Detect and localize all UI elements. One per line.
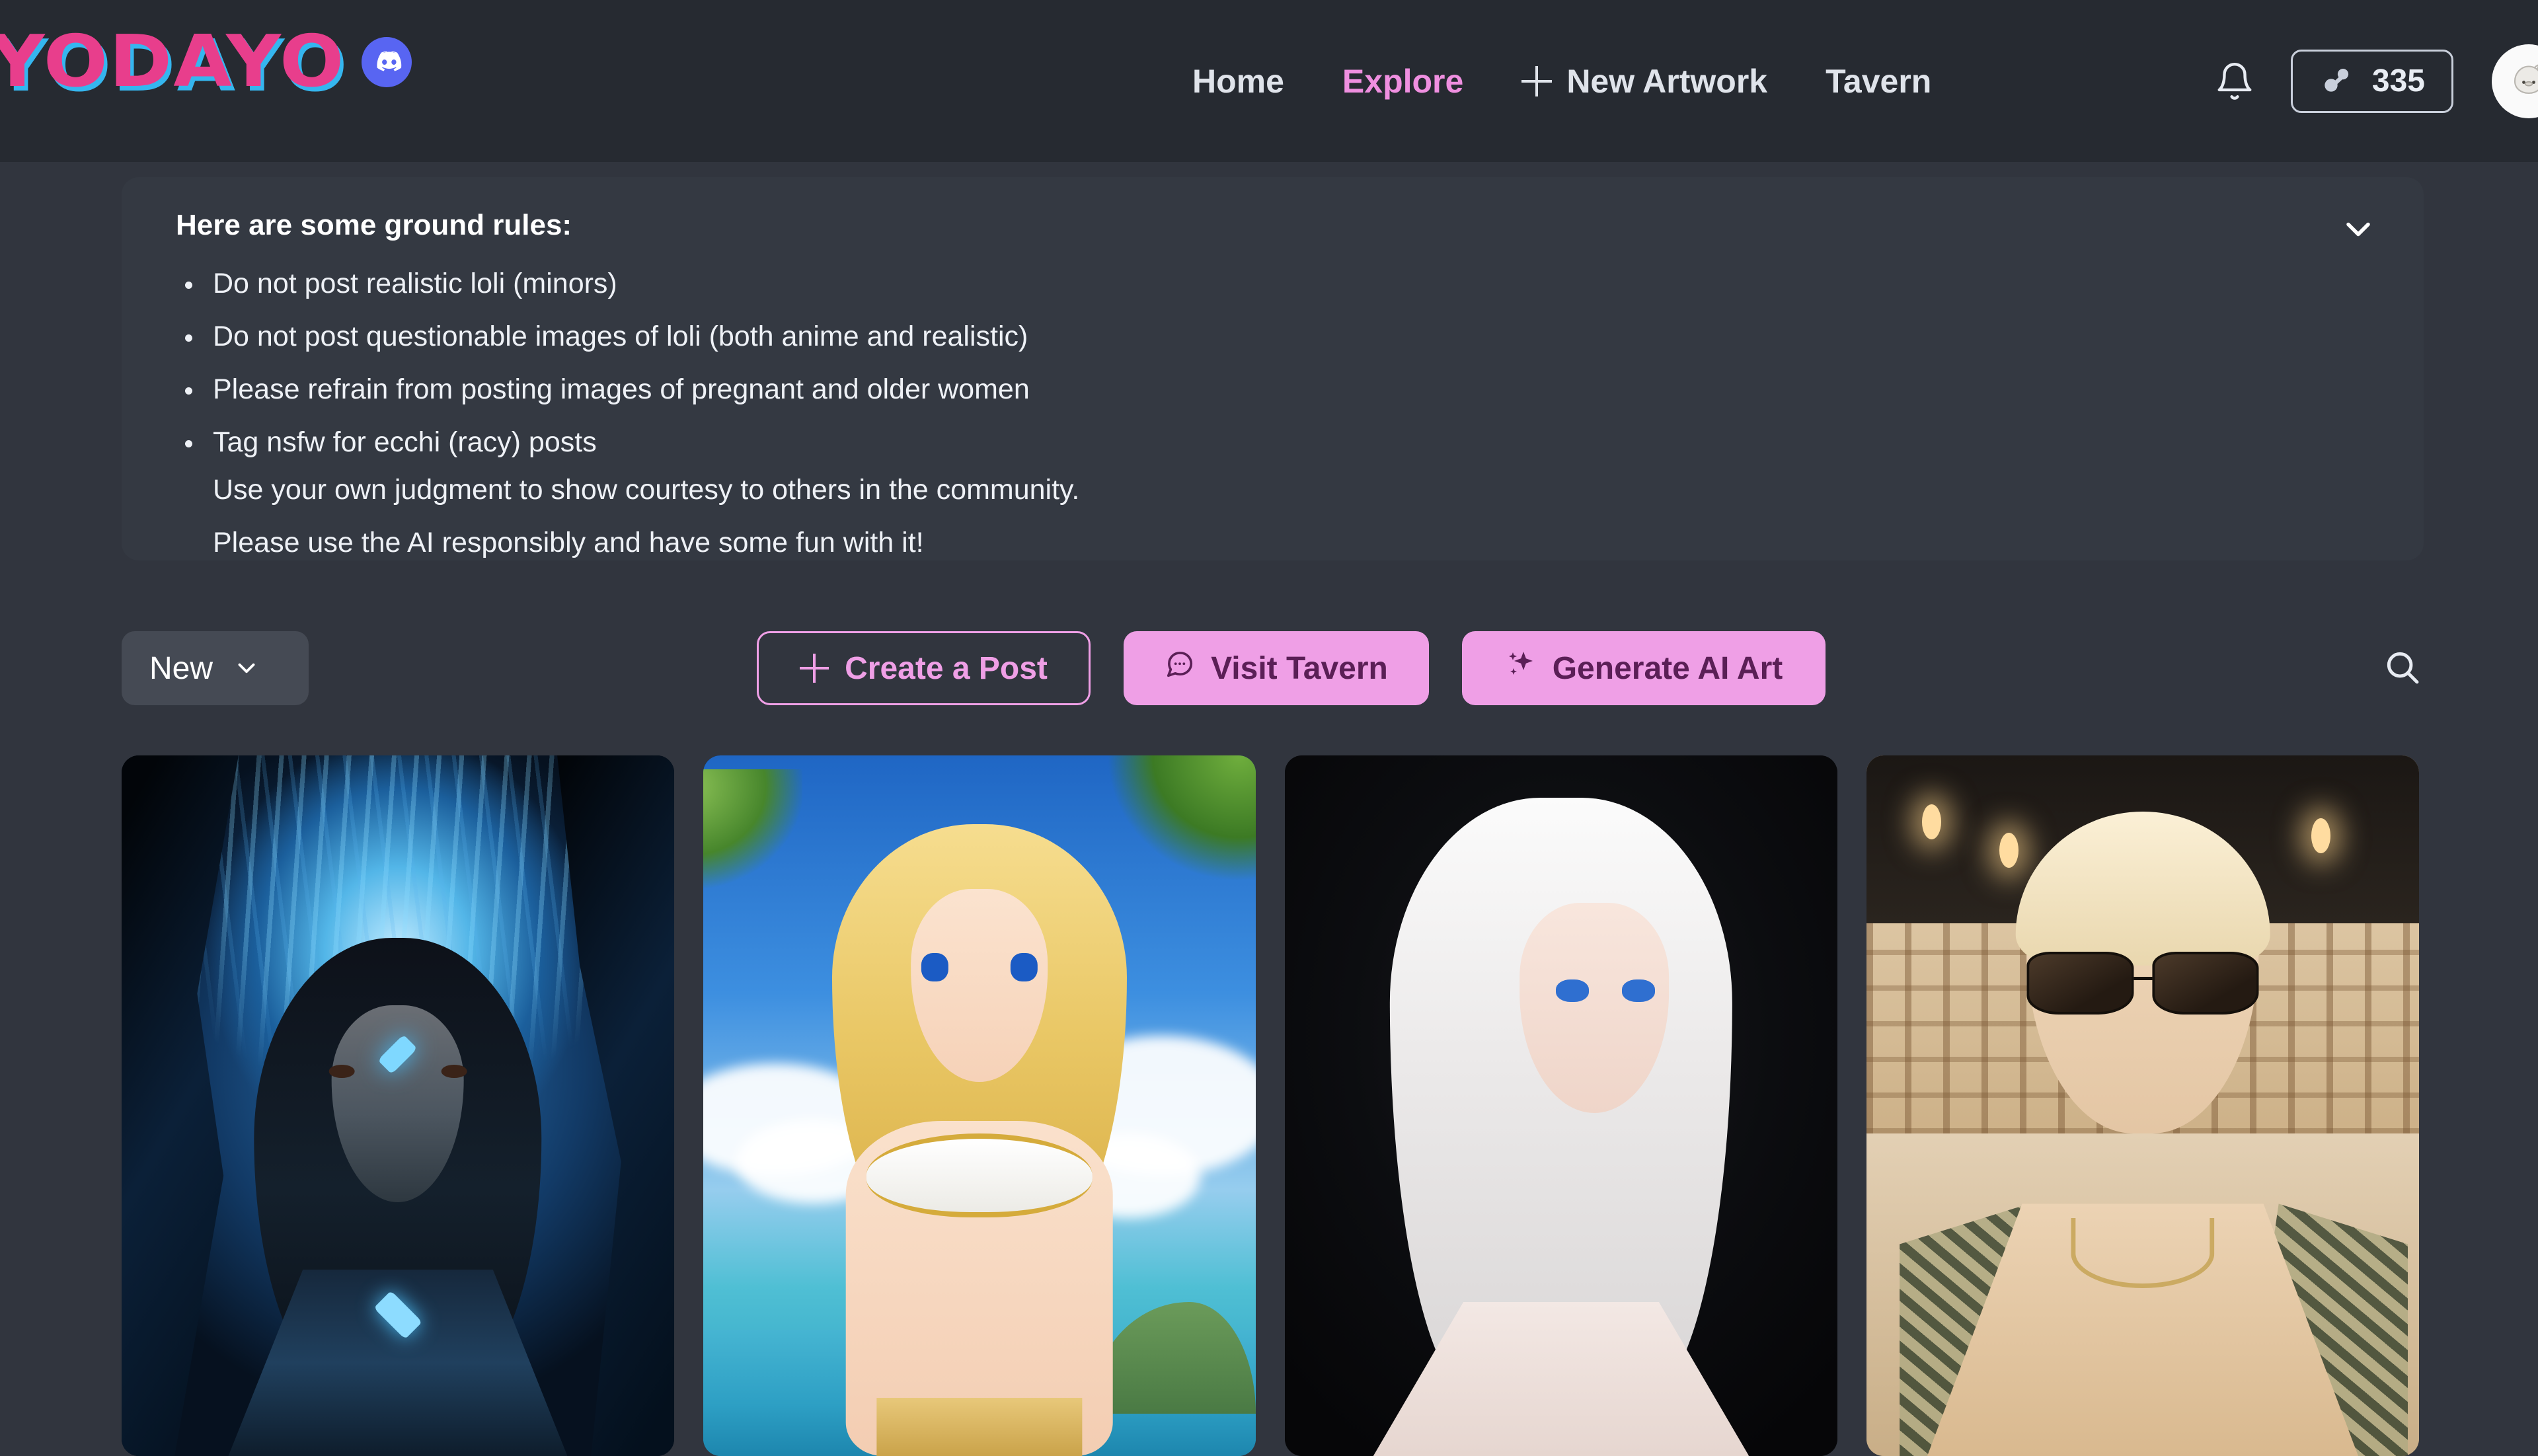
artwork-thumbnail <box>1866 755 2419 1456</box>
nav-item-explore[interactable]: Explore <box>1313 62 1492 100</box>
list-item: Tag nsfw for ecchi (racy) posts <box>176 428 2384 457</box>
artwork-thumbnail <box>122 755 674 1456</box>
create-post-button-label: Create a Post <box>845 650 1048 686</box>
chevron-down-icon[interactable] <box>2330 201 2387 258</box>
artwork-card[interactable] <box>703 755 1256 1456</box>
coin-amount: 335 <box>2371 63 2425 98</box>
visit-tavern-button[interactable]: Visit Tavern <box>1124 631 1429 705</box>
artwork-card[interactable] <box>1285 755 1837 1456</box>
yodayo-logo[interactable]: YODAYO YODAYO <box>0 26 348 102</box>
ground-rules-title: Here are some ground rules: <box>176 209 572 241</box>
create-post-button[interactable]: Create a Post <box>757 631 1091 705</box>
generate-ai-art-button-label: Generate AI Art <box>1552 650 1783 686</box>
nav-item-new-artwork-label: New Artwork <box>1566 62 1768 100</box>
ground-rules-list: Do not post realistic loli (minors) Do n… <box>176 270 2384 457</box>
plus-icon <box>1521 65 1553 96</box>
nav-item-explore-label: Explore <box>1342 62 1464 100</box>
bell-icon[interactable] <box>2198 45 2271 118</box>
sparkle-icon <box>1505 648 1537 688</box>
artwork-grid <box>122 755 2428 1456</box>
nav-item-home[interactable]: Home <box>1163 62 1313 100</box>
visit-tavern-button-label: Visit Tavern <box>1211 650 1388 686</box>
main-nav: Home Explore New Artwork Tavern <box>1163 0 1960 162</box>
header-actions: 335 <box>2198 0 2538 162</box>
avatar[interactable] <box>2492 44 2538 118</box>
artwork-card[interactable] <box>1866 755 2419 1456</box>
list-item: Please refrain from posting images of pr… <box>176 375 2384 404</box>
primary-actions: Create a Post Visit Tavern Generate AI A… <box>757 631 1826 705</box>
search-icon[interactable] <box>2373 638 2432 697</box>
plus-icon <box>800 654 829 683</box>
artwork-thumbnail <box>1285 755 1837 1456</box>
ground-rules-footer-line: Please use the AI responsibly and have s… <box>213 527 924 558</box>
nav-item-new-artwork[interactable]: New Artwork <box>1492 62 1796 100</box>
list-item: Do not post questionable images of loli … <box>176 323 2384 351</box>
artwork-card[interactable] <box>122 755 674 1456</box>
sort-dropdown-value: New <box>149 650 213 686</box>
sort-dropdown[interactable]: New <box>122 631 309 705</box>
gallery-toolbar: New Create a Post Visit Tavern Generate … <box>0 631 2538 707</box>
coin-icon <box>2319 61 2355 100</box>
discord-icon[interactable] <box>362 37 412 87</box>
artwork-thumbnail <box>703 755 1256 1456</box>
coin-balance-chip[interactable]: 335 <box>2290 49 2453 113</box>
ground-rules-panel: Here are some ground rules: Do not post … <box>122 177 2424 560</box>
yodayo-logo-text: YODAYO <box>0 20 346 103</box>
nav-item-home-label: Home <box>1192 62 1284 100</box>
top-navigation-bar: YODAYO YODAYO Home Explore New Artwork T… <box>0 0 2538 162</box>
generate-ai-art-button[interactable]: Generate AI Art <box>1462 631 1826 705</box>
nav-item-tavern-label: Tavern <box>1826 62 1932 100</box>
list-item: Do not post realistic loli (minors) <box>176 270 2384 298</box>
chevron-down-icon <box>233 654 260 682</box>
ground-rules-footer: Use your own judgment to show courtesy t… <box>176 476 2384 557</box>
chat-bubble-icon <box>1165 649 1195 687</box>
nav-item-tavern[interactable]: Tavern <box>1796 62 1960 100</box>
ground-rules-footer-line: Use your own judgment to show courtesy t… <box>213 474 1080 506</box>
brand-area: YODAYO YODAYO <box>0 26 412 102</box>
